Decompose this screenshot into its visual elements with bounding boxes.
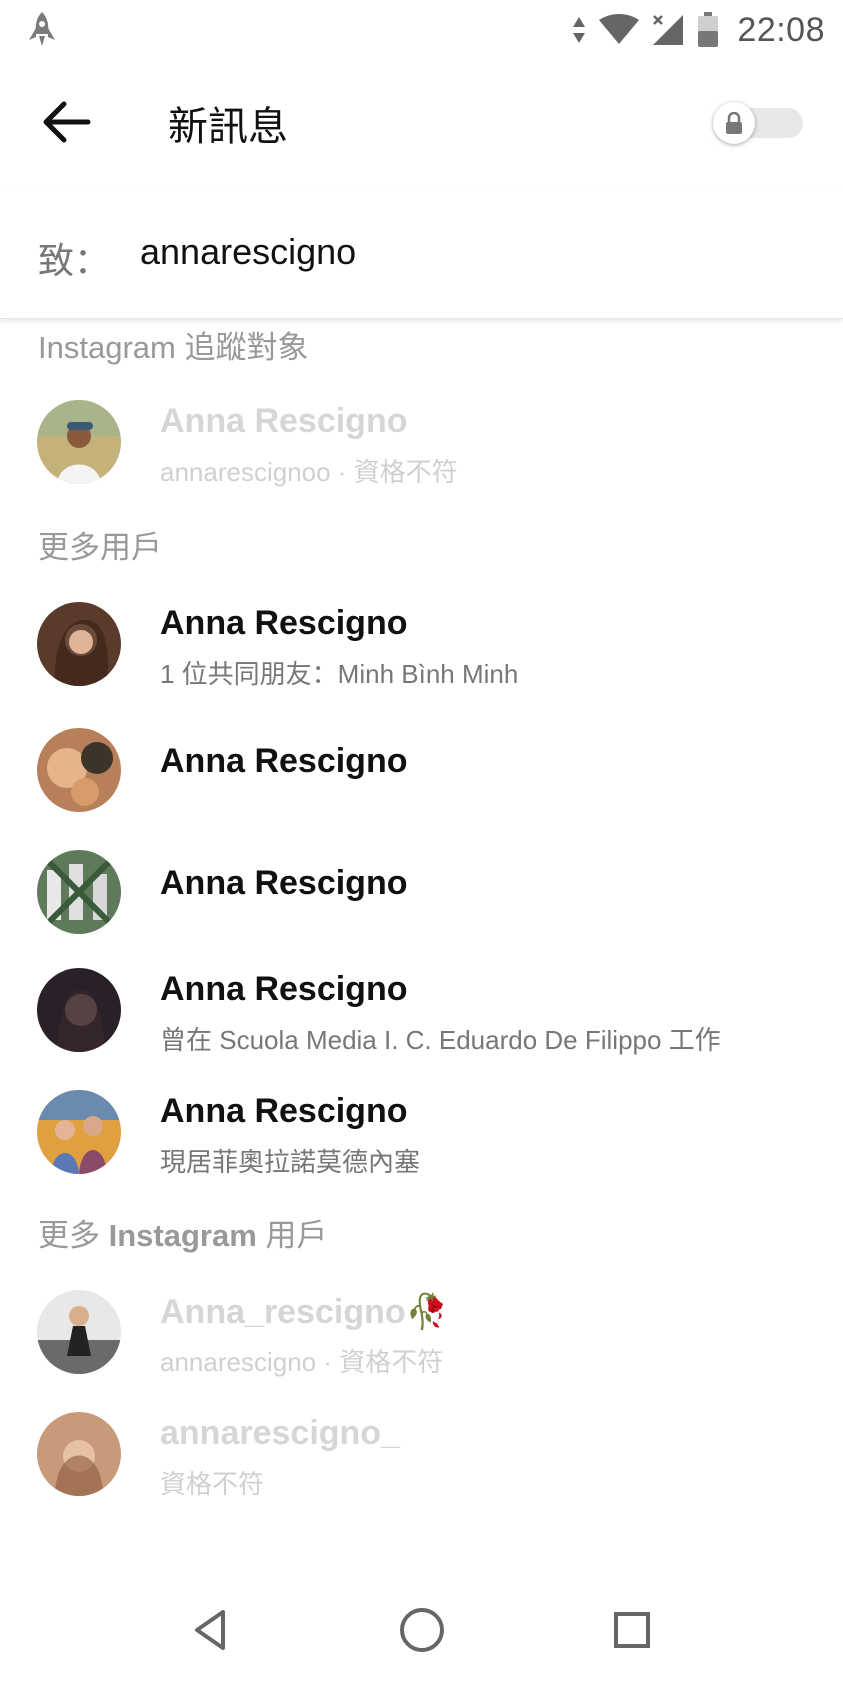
contact-row[interactable]: Anna Rescigno 1 位共同朋友：Minh Bình Minh: [0, 594, 843, 704]
contact-subtitle: 曾在 Scuola Media I. C. Eduardo De Filippo…: [160, 1025, 721, 1055]
battery-icon: [698, 12, 719, 47]
page-title: 新訊息: [168, 105, 288, 149]
recipient-search-input[interactable]: [140, 224, 740, 280]
contact-name: Anna Rescigno: [160, 1092, 408, 1130]
avatar: [37, 1412, 121, 1496]
section-header-instagram-following: Instagram 追蹤對象: [38, 330, 309, 365]
wifi-icon: [599, 14, 640, 44]
back-triangle-icon[interactable]: [183, 1602, 239, 1658]
contact-subtitle: annarescignoo · 資格不符: [160, 457, 458, 487]
contact-name: Anna Rescigno: [160, 864, 408, 902]
avatar: [37, 602, 121, 686]
avatar: [37, 1290, 121, 1374]
clock: 22:08: [737, 10, 825, 49]
section-header-more-users: 更多用戶: [38, 530, 162, 565]
contact-name: Anna_rescigno🥀: [160, 1292, 448, 1332]
recipient-label: 致：: [38, 240, 111, 281]
app-header: 新訊息: [0, 60, 843, 190]
contact-row[interactable]: Anna Rescigno 曾在 Scuola Media I. C. Edua…: [0, 960, 843, 1070]
avatar: [37, 400, 121, 484]
recipient-row: 致：: [0, 190, 843, 319]
wilted-rose-emoji: 🥀: [405, 1293, 448, 1331]
contact-row[interactable]: Anna_rescigno🥀 annarescigno · 資格不符: [0, 1282, 843, 1392]
section-text: 更多: [38, 1218, 109, 1253]
avatar: [37, 968, 121, 1052]
back-arrow-icon[interactable]: [38, 98, 94, 146]
contact-name: Anna Rescigno: [160, 402, 408, 440]
contact-name: Anna Rescigno: [160, 970, 408, 1008]
contact-name: Anna Rescigno: [160, 604, 408, 642]
contact-subtitle: 現居菲奧拉諾莫德內塞: [160, 1147, 421, 1177]
contact-row[interactable]: Anna Rescigno annarescignoo · 資格不符: [0, 392, 843, 502]
contact-subtitle: 資格不符: [160, 1469, 265, 1499]
status-bar: 22:08: [0, 0, 843, 60]
secret-conversation-toggle[interactable]: [713, 102, 803, 144]
system-nav-bar: [0, 1574, 843, 1686]
contact-row[interactable]: Anna Rescigno: [0, 838, 843, 948]
recents-square-icon[interactable]: [604, 1602, 660, 1658]
toggle-knob: [713, 102, 755, 144]
contact-row[interactable]: Anna Rescigno: [0, 716, 843, 826]
contact-row[interactable]: Anna Rescigno 現居菲奧拉諾莫德內塞: [0, 1082, 843, 1192]
contact-name: Anna Rescigno: [160, 742, 408, 780]
lock-icon: [726, 112, 742, 134]
avatar: [37, 1090, 121, 1174]
contact-row[interactable]: annarescigno_ 資格不符: [0, 1404, 843, 1514]
data-arrows-icon: [573, 17, 586, 43]
contact-name-text: Anna_rescigno: [160, 1293, 406, 1331]
avatar: [37, 850, 121, 934]
no-signal-icon: [653, 15, 684, 45]
rocket-icon: [29, 12, 55, 46]
section-text: 用戶: [256, 1218, 328, 1253]
section-text-bold: Instagram: [108, 1218, 257, 1253]
search-results-list[interactable]: Instagram 追蹤對象 Anna Rescigno annarescign…: [0, 320, 843, 1574]
section-header-more-instagram-users: 更多 Instagram 用戶: [38, 1210, 327, 1255]
avatar: [37, 728, 121, 812]
contact-subtitle: 1 位共同朋友：Minh Bình Minh: [160, 659, 519, 689]
contact-subtitle: annarescigno · 資格不符: [160, 1347, 444, 1377]
contact-name: annarescigno_: [160, 1414, 400, 1452]
home-circle-icon[interactable]: [394, 1602, 450, 1658]
